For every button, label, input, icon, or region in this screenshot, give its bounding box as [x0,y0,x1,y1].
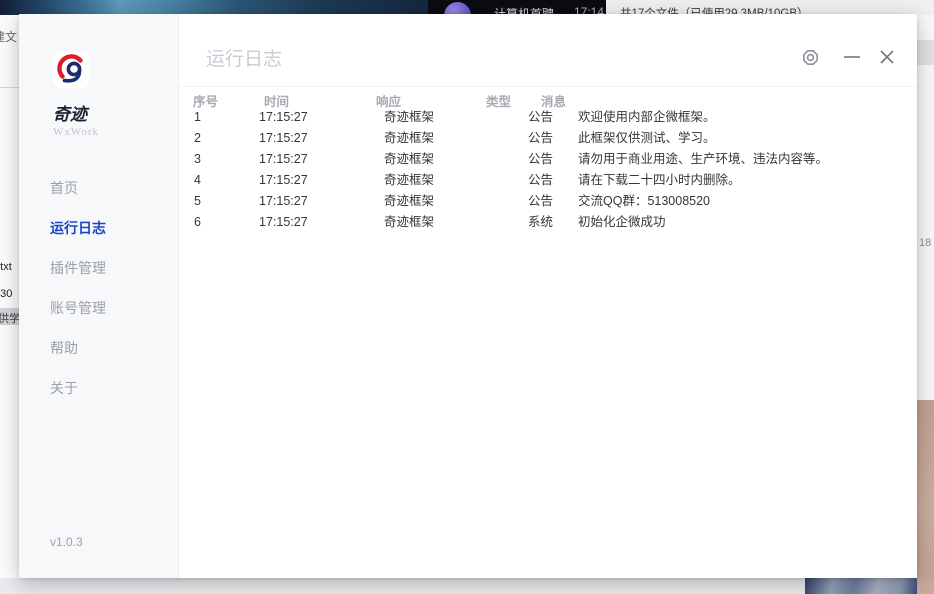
background-wallpaper-strip [0,0,430,15]
log-cell-response: 奇迹框架 [384,128,434,149]
log-row: 4 17:15:27 奇迹框架 公告 请在下载二十四小时内删除。 [179,170,917,191]
close-icon [878,48,896,66]
background-band [917,40,934,65]
log-cell-message: 欢迎使用内部企微框架。 [578,107,716,128]
log-cell-response: 奇迹框架 [384,191,434,212]
background-bottom-strip [0,578,934,594]
divider [0,87,19,88]
minimize-button[interactable] [839,44,865,70]
background-fragment-text: 建文 [0,28,17,45]
brand-subtitle: WxWork [53,126,99,138]
page-title: 运行日志 [206,44,282,71]
background-dark-titlebar: 计算机首聘 17:14 [428,0,606,15]
log-cell-time: 17:15:27 [259,149,308,170]
log-cell-response: 奇迹框架 [384,149,434,170]
log-cell-no: 5 [194,191,201,212]
app-window: 奇迹 WxWork 首页运行日志插件管理账号管理帮助关于 v1.0.3 运行日志 [19,14,917,578]
brand-name: 奇迹 [53,100,87,125]
log-cell-time: 17:15:27 [259,191,308,212]
log-row: 6 17:15:27 奇迹框架 系统 初始化企微成功 [179,212,917,233]
close-button[interactable] [874,44,900,70]
background-files-summary: 共17个文件（已使用29.3MB/10GB） [606,0,934,15]
log-cell-message: 交流QQ群：513008520 [578,191,710,212]
background-left-strip: 建文 0.txt 130 供学 [0,15,19,578]
background-fragment-number: 130 [0,288,12,300]
log-cell-time: 17:15:27 [259,128,308,149]
desktop-background: 计算机首聘 17:14 共17个文件（已使用29.3MB/10GB） 建文 0.… [0,0,934,594]
background-photo-edge [917,400,934,578]
log-cell-message: 请在下载二十四小时内删除。 [578,170,741,191]
log-cell-time: 17:15:27 [259,212,308,233]
sidebar-item-account-manage[interactable]: 账号管理 [50,288,178,328]
sidebar-item-about[interactable]: 关于 [50,368,178,408]
content-pane: 运行日志 序号 时间 响应 [179,14,917,578]
log-cell-response: 奇迹框架 [384,107,434,128]
log-cell-time: 17:15:27 [259,170,308,191]
log-cell-no: 2 [194,128,201,149]
log-row: 2 17:15:27 奇迹框架 公告 此框架仅供测试、学习。 [179,128,917,149]
log-cell-no: 3 [194,149,201,170]
settings-button[interactable] [797,44,823,70]
log-table-header: 序号 时间 响应 类型 消息 [179,86,917,107]
log-row: 5 17:15:27 奇迹框架 公告 交流QQ群：513008520 [179,191,917,212]
log-cell-no: 1 [194,107,201,128]
log-cell-type: 公告 [528,170,553,191]
background-fragment-18: 18 [919,237,931,249]
background-fragment-filename: 0.txt [0,261,12,273]
log-cell-time: 17:15:27 [259,107,308,128]
log-cell-type: 公告 [528,191,553,212]
sidebar: 奇迹 WxWork 首页运行日志插件管理账号管理帮助关于 v1.0.3 [19,14,179,578]
settings-icon [801,48,820,67]
sidebar-item-help[interactable]: 帮助 [50,328,178,368]
log-cell-response: 奇迹框架 [384,170,434,191]
log-cell-response: 奇迹框架 [384,212,434,233]
background-fragment-note: 供学 [0,310,19,326]
minimize-icon [844,56,860,58]
sidebar-item-run-log[interactable]: 运行日志 [50,208,178,248]
background-right-strip: 18 [917,15,934,578]
background-photo-corner [917,578,934,594]
log-row: 3 17:15:27 奇迹框架 公告 请勿用于商业用途、生产环境、违法内容等。 [179,149,917,170]
log-row: 1 17:15:27 奇迹框架 公告 欢迎使用内部企微框架。 [179,107,917,128]
sidebar-nav: 首页运行日志插件管理账号管理帮助关于 [50,168,178,408]
log-cell-type: 公告 [528,107,553,128]
miracle-logo-icon [53,52,89,88]
log-rows: 117:15:27奇迹框架公告欢迎使用内部企微框架。217:15:27奇迹框架公… [179,107,917,233]
sidebar-item-home[interactable]: 首页 [50,168,178,208]
log-cell-message: 请勿用于商业用途、生产环境、违法内容等。 [578,149,828,170]
sidebar-item-plugin-manage[interactable]: 插件管理 [50,248,178,288]
log-cell-message: 初始化企微成功 [578,212,666,233]
log-cell-no: 6 [194,212,201,233]
version-label: v1.0.3 [50,534,83,550]
log-cell-no: 4 [194,170,201,191]
log-cell-type: 公告 [528,128,553,149]
log-table: 序号 时间 响应 类型 消息 117:15:27奇迹框架公告欢迎使用内部企微框架… [179,86,917,578]
log-cell-type: 公告 [528,149,553,170]
log-cell-type: 系统 [528,212,553,233]
log-cell-message: 此框架仅供测试、学习。 [578,128,716,149]
